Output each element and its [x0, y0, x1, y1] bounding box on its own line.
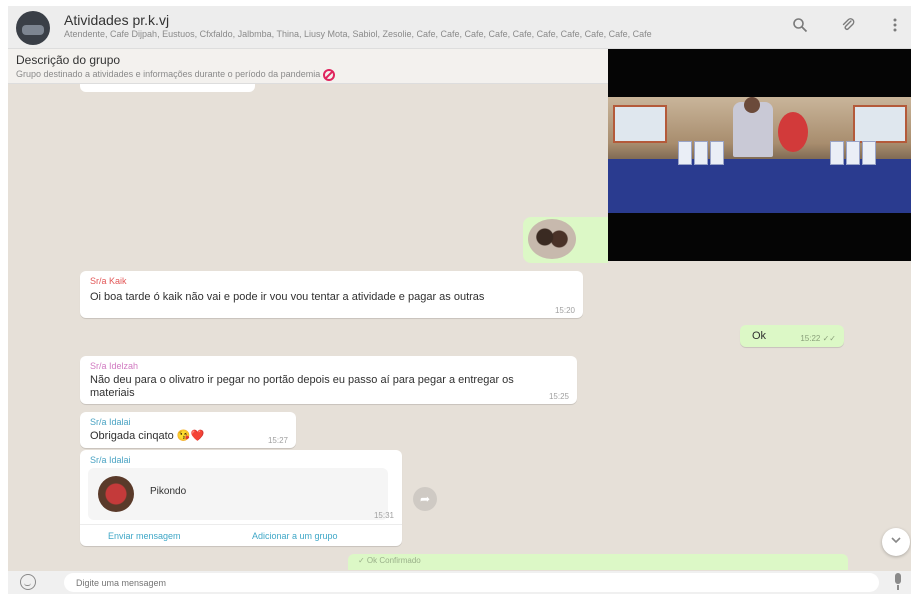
message-bubble-partial — [80, 84, 255, 92]
forward-icon[interactable]: ➦ — [413, 487, 437, 511]
microphone-icon[interactable] — [890, 573, 906, 591]
emoji-icon[interactable] — [20, 574, 36, 590]
photo-thumbnail[interactable] — [528, 219, 576, 259]
item-box — [862, 141, 876, 165]
background-window — [853, 105, 907, 143]
paperclip-icon[interactable] — [838, 17, 858, 37]
video-player-overlay[interactable] — [608, 49, 911, 261]
message-text: Obrigada cinqato 😘❤️ — [90, 430, 205, 442]
message-time: 15:22 ✓✓ — [800, 334, 836, 343]
message-time: 15:27 — [267, 436, 288, 445]
item-box — [678, 141, 692, 165]
contact-avatar — [98, 476, 134, 512]
message-sender: Sr/a Idelzah — [90, 361, 139, 371]
video-frame — [608, 97, 911, 213]
message-bubble[interactable]: Sr/a Idalai Obrigada cinqato 😘❤️ 15:27 — [80, 412, 296, 448]
message-bubble-partial[interactable]: ✓ Ok Confirmado — [348, 554, 848, 570]
send-message-button[interactable]: Enviar mensagem — [108, 531, 181, 541]
item-box — [830, 141, 844, 165]
add-to-group-button[interactable]: Adicionar a um grupo — [252, 531, 338, 541]
red-decoration — [778, 112, 808, 152]
kebab-menu-icon[interactable] — [885, 17, 905, 37]
background-window — [613, 105, 667, 143]
group-avatar[interactable] — [16, 11, 50, 45]
message-input[interactable] — [64, 573, 879, 592]
message-bubble[interactable]: Sr/a Idelzah Não deu para o olivatro ir … — [80, 356, 577, 404]
message-text: Não deu para o olivatro ir pegar no port… — [90, 374, 514, 399]
chevron-down-icon — [891, 537, 901, 544]
whatsapp-window: Atividades pr.k.vj Atendente, Cafe Dijpa… — [8, 6, 911, 594]
message-time: 15:25 — [548, 392, 569, 401]
composer-bar — [8, 571, 911, 594]
description-title: Descrição do grupo — [16, 53, 121, 67]
contact-name: Pikondo — [150, 486, 187, 497]
item-box — [846, 141, 860, 165]
message-bubble-outgoing[interactable]: Ok 15:22 ✓✓ — [740, 325, 844, 347]
chat-header: Atividades pr.k.vj Atendente, Cafe Dijpa… — [8, 6, 911, 49]
contact-card-bubble[interactable]: Sr/a Idalai Pikondo 15:31 Enviar mensage… — [80, 450, 402, 546]
item-box — [694, 141, 708, 165]
scroll-down-button[interactable] — [882, 528, 910, 556]
message-sender: Sr/a Idalai — [90, 417, 131, 427]
item-box — [710, 141, 724, 165]
message-text: ✓ Ok Confirmado — [358, 556, 421, 565]
description-text: Grupo destinado a atividades e informaçõ… — [16, 69, 321, 79]
divider — [80, 524, 402, 525]
contact-card[interactable]: Pikondo — [88, 468, 388, 520]
message-text: Oi boa tarde ó kaik não vai e pode ir vo… — [90, 291, 485, 303]
message-bubble[interactable]: Sr/a Kaik Oi boa tarde ó kaik não vai e … — [80, 271, 583, 318]
message-time: 15:31 — [373, 511, 394, 520]
table-with-items — [608, 159, 911, 213]
message-time: 15:20 — [554, 306, 575, 315]
prohibited-icon — [323, 69, 336, 81]
group-participants: Atendente, Cafe Dijpah, Eustuos, Cfxfald… — [64, 29, 652, 39]
message-text: Ok — [752, 330, 767, 342]
message-sender: Sr/a Idalai — [90, 455, 131, 465]
message-sender: Sr/a Kaik — [90, 276, 127, 286]
search-icon[interactable] — [790, 17, 810, 37]
person-head — [744, 97, 760, 113]
group-title[interactable]: Atividades pr.k.vj — [64, 12, 169, 28]
